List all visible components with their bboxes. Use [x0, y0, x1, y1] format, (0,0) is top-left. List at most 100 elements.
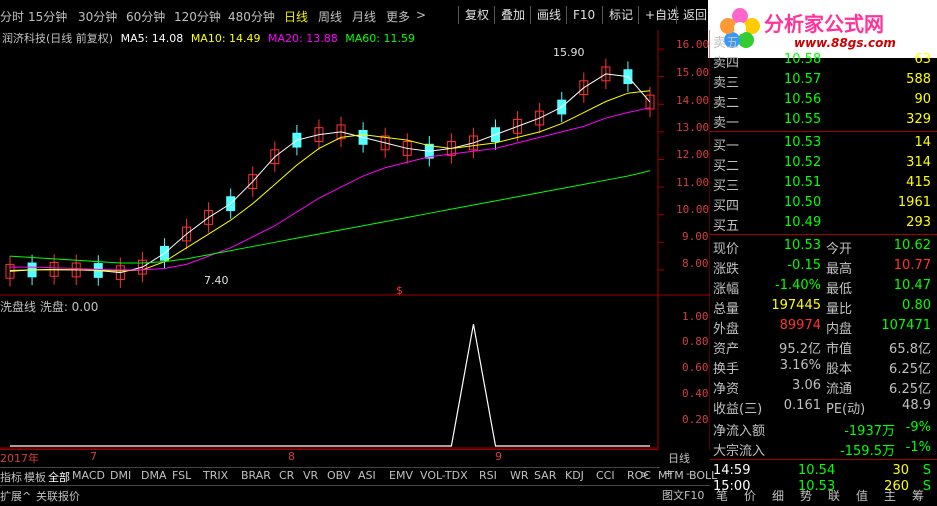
- period-weekly[interactable]: 周线: [318, 8, 342, 25]
- period-30min[interactable]: 30分钟: [78, 8, 117, 25]
- period-more[interactable]: 更多: [386, 8, 410, 25]
- tick-price: 10.54: [798, 463, 836, 478]
- stat-value: 65.8亿: [889, 342, 931, 357]
- order-label: 买四: [713, 199, 740, 214]
- sell-row: 卖四 10.58 63: [710, 50, 935, 71]
- draw-line-button[interactable]: 画线: [530, 6, 567, 24]
- indicator-tab[interactable]: CCI: [596, 469, 615, 482]
- period-120min[interactable]: 120分钟: [174, 8, 221, 25]
- indicator-tab[interactable]: 全部: [48, 469, 70, 485]
- quote-tab[interactable]: 势: [800, 487, 812, 504]
- indicator-tab[interactable]: KDJ: [565, 469, 584, 482]
- bottom-bar: 扩展^ 关联报价: [0, 485, 710, 506]
- f10-graph-button[interactable]: 图文F10: [662, 487, 704, 503]
- flow-label: 大宗流入: [713, 444, 766, 459]
- price-tick: 16.00: [676, 38, 710, 51]
- zoom-out-button[interactable]: -: [686, 467, 690, 480]
- dollar-marker-icon: $: [396, 284, 403, 297]
- divider: [710, 131, 937, 132]
- stat-value: 6.25亿: [889, 362, 931, 377]
- order-volume: 588: [906, 72, 931, 87]
- period-tag[interactable]: 日线: [668, 450, 690, 466]
- washout-indicator-line: [10, 324, 650, 447]
- more-chevron-icon[interactable]: >: [416, 8, 426, 22]
- mark-button[interactable]: 标记: [602, 6, 639, 24]
- stat-value: -1.40%: [775, 278, 821, 293]
- related-quote-button[interactable]: 关联报价: [36, 488, 80, 504]
- order-price: 10.50: [784, 195, 822, 210]
- buy-row: 买五 10.49 293: [710, 213, 935, 234]
- indicator-tab[interactable]: BRAR: [241, 469, 271, 482]
- indicator-tab[interactable]: FSL: [172, 469, 191, 482]
- period-60min[interactable]: 60分钟: [126, 8, 165, 25]
- stat-label: 净资: [713, 382, 740, 397]
- quote-tab[interactable]: 笔: [716, 487, 728, 504]
- flow-percent: -1%: [905, 440, 931, 455]
- price-tick: 11.00: [676, 176, 710, 189]
- price-axis: [658, 48, 664, 271]
- stat-value: 48.9: [902, 398, 931, 413]
- indicator-tab[interactable]: DMA: [141, 469, 167, 482]
- quote-tab[interactable]: 细: [772, 487, 784, 504]
- indicator-tab[interactable]: MACD: [72, 469, 105, 482]
- stat-label: 总量: [713, 302, 740, 317]
- order-price: 10.51: [784, 175, 822, 190]
- order-volume: 1961: [897, 195, 931, 210]
- stat-row: 涨幅 -1.40% 最低 10.47: [710, 276, 935, 297]
- sell-row: 卖二 10.56 90: [710, 90, 935, 111]
- indicator-tab[interactable]: RSI: [479, 469, 497, 482]
- stat-label: 最低: [826, 282, 853, 297]
- period-monthly[interactable]: 月线: [352, 8, 376, 25]
- period-480min[interactable]: 480分钟: [228, 8, 275, 25]
- expand-button[interactable]: 扩展^: [0, 488, 31, 504]
- divider: [710, 459, 937, 460]
- f10-button[interactable]: F10: [566, 6, 601, 24]
- indicator-tab[interactable]: VOL-TDX: [420, 469, 468, 482]
- stat-value: 10.47: [893, 278, 931, 293]
- indicator-tab[interactable]: EMV: [389, 469, 413, 482]
- indicator-tab[interactable]: SAR: [534, 469, 556, 482]
- flow-value: -159.5万: [840, 444, 895, 459]
- order-label: 卖一: [713, 116, 740, 131]
- quote-tab[interactable]: 联: [828, 487, 840, 504]
- quote-tab[interactable]: 筹: [912, 487, 924, 504]
- buy-row: 买四 10.50 1961: [710, 193, 935, 214]
- price-tick: 8.00: [682, 257, 709, 270]
- period-minute[interactable]: 分时: [0, 8, 24, 25]
- stat-label: 最高: [826, 262, 853, 277]
- quote-tab[interactable]: 值: [856, 487, 868, 504]
- stat-value: 95.2亿: [779, 342, 821, 357]
- stat-row: 净资 3.06 流通 6.25亿: [710, 376, 935, 397]
- indicator-tab[interactable]: ASI: [358, 469, 376, 482]
- indicator-tab[interactable]: 指标: [0, 469, 22, 485]
- stat-label: 收益(三): [713, 402, 763, 417]
- indicator-tab[interactable]: 模板: [24, 469, 46, 485]
- indicator-tab[interactable]: CR: [279, 469, 294, 482]
- indicator-tab[interactable]: TRIX: [203, 469, 228, 482]
- restore-right-button[interactable]: 复权: [458, 6, 495, 24]
- period-daily[interactable]: 日线: [284, 8, 308, 25]
- ma-line-ma20: [10, 107, 651, 271]
- quote-tab[interactable]: 主: [884, 487, 896, 504]
- quote-tab[interactable]: 价: [744, 487, 756, 504]
- stat-row: 涨跌 -0.15 最高 10.77: [710, 256, 935, 277]
- overlay-button[interactable]: 叠加: [494, 6, 531, 24]
- price-tick: 15.00: [676, 66, 710, 79]
- stat-label: 市值: [826, 342, 853, 357]
- tick-time: 14:59: [713, 463, 751, 478]
- indicator-tab[interactable]: VR: [303, 469, 318, 482]
- kline-chart[interactable]: [0, 30, 710, 450]
- ma-line-ma10: [9, 90, 651, 272]
- stat-value: 107471: [881, 318, 931, 333]
- order-label: 买五: [713, 219, 740, 234]
- price-tick: 12.00: [676, 148, 710, 161]
- tick-volume: 30: [892, 463, 909, 478]
- zoom-in-button[interactable]: +: [664, 467, 673, 480]
- tabs-scroll-right-icon[interactable]: >: [640, 468, 649, 481]
- indicator-tab[interactable]: WR: [510, 469, 529, 482]
- period-15min[interactable]: 15分钟: [28, 8, 67, 25]
- indicator-tab[interactable]: OBV: [327, 469, 350, 482]
- order-volume: 90: [914, 92, 931, 107]
- indicator-tab[interactable]: DMI: [110, 469, 131, 482]
- stat-label: 内盘: [826, 322, 853, 337]
